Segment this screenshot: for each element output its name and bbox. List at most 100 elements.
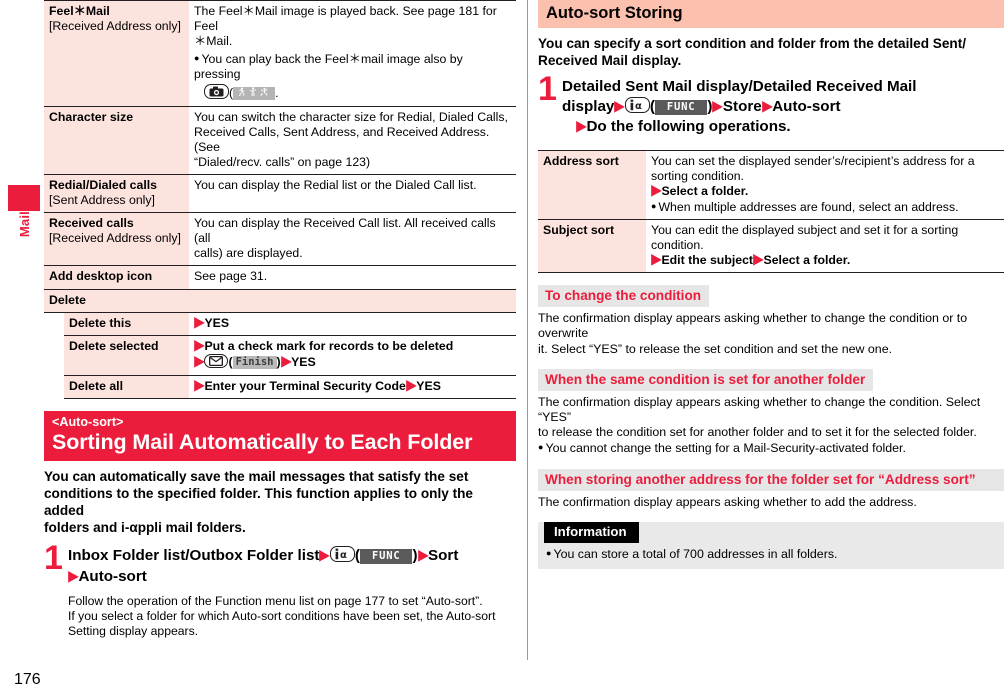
step-arrow-icon: ▶ <box>194 314 205 330</box>
step-headline: Inbox Folder list/Outbox Folder list▶ α … <box>68 546 516 587</box>
sort-options-table: Address sort You can set the displayed s… <box>538 149 1004 274</box>
row-key-cell: Delete selected <box>64 335 189 376</box>
subsection-storing-another-address: When storing another address for the fol… <box>538 468 1004 510</box>
svg-text:α: α <box>635 101 642 111</box>
bullet-dot-icon: ● <box>538 442 544 453</box>
bullet-text: When multiple addresses are found, selec… <box>658 199 959 214</box>
subsection-intro: You can specify a sort condition and fol… <box>538 35 1004 69</box>
subsection-body: The confirmation display appears asking … <box>538 311 1004 357</box>
action-text: Select a folder. <box>763 253 851 268</box>
i-alpha-glyph-icon: α <box>335 548 347 560</box>
step-headline-line2: display▶ α (FUNC)▶Store▶Auto-sort <box>562 96 1004 118</box>
body-line: The confirmation display appears asking … <box>538 394 981 424</box>
value-line: The Feel＊Mail image is played back. See … <box>194 4 497 34</box>
dance-icon <box>233 87 276 101</box>
step-text: Store <box>722 97 762 115</box>
body-line: The confirmation display appears asking … <box>538 494 917 509</box>
row-value-cell: ▶Put a check mark for records to be dele… <box>189 335 516 376</box>
value-action: ▶Select a folder. <box>651 183 999 199</box>
row-key: Add desktop icon <box>49 269 153 284</box>
step-text: Auto-sort <box>772 97 841 115</box>
row-value-cell: You can display the Redial list or the D… <box>189 174 516 214</box>
row-key: Character size <box>49 109 134 124</box>
step-arrow-icon: ▶ <box>194 354 205 370</box>
i-alpha-glyph-icon: α <box>630 99 642 111</box>
row-key-cell: Address sort <box>538 149 646 220</box>
left-column: Feel＊Mail [Received Address only] The Fe… <box>44 0 516 639</box>
row-value-cell: You can edit the displayed subject and s… <box>646 219 1004 274</box>
table-row: Delete selected ▶Put a check mark for re… <box>44 335 516 376</box>
function-menu-table: Feel＊Mail [Received Address only] The Fe… <box>44 0 516 400</box>
step-arrow-icon: ▶ <box>651 183 662 199</box>
row-key-cell: Redial/Dialed calls [Sent Address only] <box>44 174 189 214</box>
table-row: Received calls [Received Address only] Y… <box>44 212 516 267</box>
value-text: YES <box>204 315 230 330</box>
row-key: Redial/Dialed calls <box>49 177 157 192</box>
row-value-cell: See page 31. <box>189 265 516 290</box>
step-text: Inbox Folder list/Outbox Folder list <box>68 547 320 565</box>
subsection-to-change-condition: To change the condition The confirmation… <box>538 285 1004 357</box>
function-key-icon: α <box>624 96 650 113</box>
note-line: If you select a folder for which Auto-so… <box>68 609 496 624</box>
subsection-heading: To change the condition <box>538 285 710 308</box>
row-value-cell: ▶YES <box>189 312 516 336</box>
subsection-heading: When storing another address for the fol… <box>538 468 1004 491</box>
row-value-cell: You can display the Received Call list. … <box>189 212 516 267</box>
subsection-body: The confirmation display appears asking … <box>538 395 1004 457</box>
subsection-same-condition-another-folder: When the same condition is set for anoth… <box>538 368 1004 457</box>
information-tag: Information <box>544 521 639 543</box>
right-column: Auto-sort Storing You can specify a sort… <box>538 0 1004 569</box>
step-1: 1 Inbox Folder list/Outbox Folder list▶ … <box>44 541 516 639</box>
table-row: Subject sort You can edit the displayed … <box>538 219 1004 274</box>
step-note: Follow the operation of the Function men… <box>68 594 516 639</box>
note-line: Follow the operation of the Function men… <box>68 594 483 609</box>
section-tab-text: Mail <box>16 211 32 238</box>
svg-text:α: α <box>340 550 347 560</box>
row-value-cell: ▶Enter your Terminal Security Code▶YES <box>189 375 516 400</box>
bullet-text: You can store a total of 700 addresses i… <box>553 546 838 561</box>
step-headline: Detailed Sent Mail display/Detailed Rece… <box>562 77 1004 138</box>
section-intro: You can automatically save the mail mess… <box>44 468 516 536</box>
table-row: Feel＊Mail [Received Address only] The Fe… <box>44 0 516 107</box>
indent-gutter <box>44 375 64 399</box>
table-row: Delete this ▶YES <box>44 312 516 336</box>
step-arrow-icon: ▶ <box>762 98 772 114</box>
table-row: Character size You can switch the charac… <box>44 106 516 175</box>
row-key-cell: Received calls [Received Address only] <box>44 212 189 267</box>
row-key-sub: [Sent Address only] <box>49 193 155 208</box>
row-key-sub: [Received Address only] <box>49 231 181 246</box>
row-key-cell: Feel＊Mail [Received Address only] <box>44 0 189 107</box>
row-key: Feel＊Mail <box>49 4 110 18</box>
value-line: ▶ (Finish)▶YES <box>194 354 511 370</box>
subsection-title: Auto-sort Storing <box>538 0 1004 28</box>
value-line: You can switch the character size for Re… <box>194 109 508 124</box>
value-text: Enter your Terminal Security Code <box>204 378 406 393</box>
value-line: You can edit the displayed subject and s… <box>651 222 959 237</box>
subsection-body: The confirmation display appears asking … <box>538 495 1004 510</box>
step-arrow-icon: ▶ <box>614 98 625 114</box>
envelope-glyph-icon <box>209 356 224 367</box>
value-line: Received Calls, Sent Address, and Receiv… <box>194 124 490 154</box>
dancing-figures-glyph-icon <box>239 87 268 97</box>
bullet-dot-icon: ● <box>546 547 552 558</box>
body-line: it. Select “YES” to release the set cond… <box>538 341 893 356</box>
value-line: sorting condition. <box>651 168 744 183</box>
table-group-header-row: Delete <box>44 289 516 313</box>
step-arrow-icon: ▶ <box>319 548 330 564</box>
func-softkey: FUNC <box>654 99 708 115</box>
row-value-cell: You can set the displayed sender’s/recip… <box>646 149 1004 220</box>
function-key-icon: α <box>329 546 355 563</box>
row-value-cell: The Feel＊Mail image is played back. See … <box>189 0 516 107</box>
information-bullet: ● You can store a total of 700 addresses … <box>538 543 1004 562</box>
step-headline-line2: ▶Auto-sort <box>68 567 516 588</box>
manual-page: Mail 176 Feel＊Mail [Received Address onl… <box>0 0 1004 697</box>
value-line: ▶Put a check mark for records to be dele… <box>194 338 511 354</box>
row-key-cell: Delete this <box>64 312 189 336</box>
row-key: Received calls <box>49 216 134 231</box>
step-arrow-icon: ▶ <box>194 378 205 394</box>
table-subgroup-row: Delete this ▶YES Delete selected ▶Put a … <box>44 312 516 400</box>
value-text: YES <box>416 378 441 393</box>
intro-line: folders and i-αppli mail folders. <box>44 520 246 536</box>
table-row: Add desktop icon See page 31. <box>44 265 516 290</box>
value-line: condition. <box>651 237 704 252</box>
